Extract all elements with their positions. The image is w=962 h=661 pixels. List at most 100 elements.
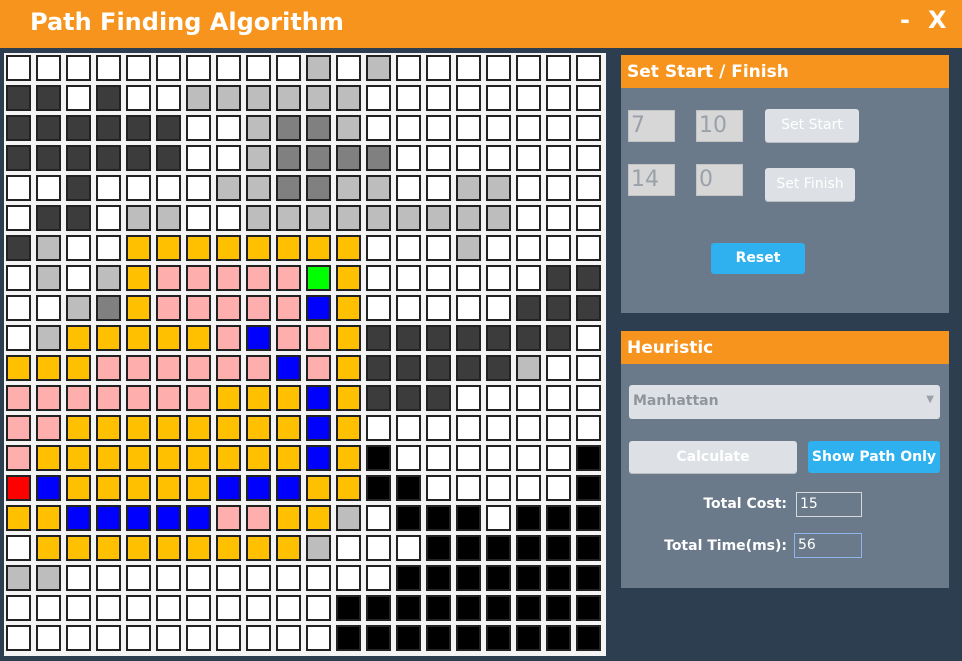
grid-cell[interactable] <box>396 505 421 531</box>
grid-cell[interactable] <box>276 475 301 501</box>
grid-cell[interactable] <box>336 295 361 321</box>
grid-cell[interactable] <box>276 235 301 261</box>
grid-cell[interactable] <box>426 445 451 471</box>
grid-cell[interactable] <box>156 325 181 351</box>
start-row-input[interactable]: 7 <box>628 110 675 142</box>
grid-cell[interactable] <box>246 625 271 651</box>
grid-cell[interactable] <box>486 115 511 141</box>
grid-cell[interactable] <box>396 85 421 111</box>
grid-cell[interactable] <box>336 265 361 291</box>
grid-cell[interactable] <box>456 205 481 231</box>
grid-cell[interactable] <box>216 175 241 201</box>
grid-cell[interactable] <box>426 505 451 531</box>
grid-cell[interactable] <box>426 535 451 561</box>
grid-cell[interactable] <box>456 265 481 291</box>
grid-cell[interactable] <box>186 355 211 381</box>
grid-cell[interactable] <box>576 505 601 531</box>
grid-cell[interactable] <box>486 385 511 411</box>
grid-cell[interactable] <box>276 325 301 351</box>
grid-cell[interactable] <box>426 235 451 261</box>
grid-cell[interactable] <box>486 415 511 441</box>
grid-cell[interactable] <box>366 55 391 81</box>
grid-cell[interactable] <box>246 55 271 81</box>
grid-cell[interactable] <box>276 565 301 591</box>
grid-cell[interactable] <box>36 565 61 591</box>
grid-cell[interactable] <box>546 505 571 531</box>
grid-cell[interactable] <box>6 475 31 501</box>
grid-cell[interactable] <box>216 205 241 231</box>
grid-cell[interactable] <box>516 535 541 561</box>
grid-cell[interactable] <box>546 445 571 471</box>
grid-cell[interactable] <box>276 55 301 81</box>
grid-cell[interactable] <box>456 595 481 621</box>
grid-cell[interactable] <box>156 55 181 81</box>
grid-cell[interactable] <box>156 385 181 411</box>
grid-cell[interactable] <box>426 175 451 201</box>
grid-cell[interactable] <box>546 85 571 111</box>
grid-cell[interactable] <box>156 295 181 321</box>
grid-cell[interactable] <box>546 475 571 501</box>
grid-cell[interactable] <box>126 355 151 381</box>
grid-cell[interactable] <box>546 415 571 441</box>
grid-cell[interactable] <box>126 625 151 651</box>
grid-cell[interactable] <box>576 595 601 621</box>
grid-cell[interactable] <box>216 295 241 321</box>
grid-cell[interactable] <box>306 145 331 171</box>
grid-cell[interactable] <box>186 475 211 501</box>
grid-cell[interactable] <box>156 475 181 501</box>
grid-cell[interactable] <box>36 415 61 441</box>
grid-cell[interactable] <box>396 235 421 261</box>
grid-cell[interactable] <box>126 535 151 561</box>
grid-cell[interactable] <box>66 445 91 471</box>
grid-cell[interactable] <box>366 535 391 561</box>
grid-cell[interactable] <box>306 595 331 621</box>
grid-cell[interactable] <box>186 415 211 441</box>
grid-cell[interactable] <box>366 445 391 471</box>
grid-cell[interactable] <box>366 115 391 141</box>
grid-cell[interactable] <box>6 385 31 411</box>
grid-cell[interactable] <box>6 355 31 381</box>
grid-cell[interactable] <box>516 415 541 441</box>
grid-cell[interactable] <box>6 565 31 591</box>
grid-cell[interactable] <box>306 625 331 651</box>
grid-cell[interactable] <box>486 85 511 111</box>
grid-cell[interactable] <box>156 445 181 471</box>
grid-cell[interactable] <box>216 85 241 111</box>
grid-cell[interactable] <box>546 55 571 81</box>
grid-cell[interactable] <box>126 385 151 411</box>
grid-cell[interactable] <box>396 115 421 141</box>
grid-cell[interactable] <box>186 85 211 111</box>
grid-cell[interactable] <box>396 415 421 441</box>
grid-cell[interactable] <box>456 175 481 201</box>
set-start-button[interactable]: Set Start <box>765 109 859 142</box>
grid-cell[interactable] <box>486 325 511 351</box>
grid-cell[interactable] <box>426 265 451 291</box>
grid-cell[interactable] <box>186 535 211 561</box>
grid-cell[interactable] <box>126 415 151 441</box>
grid-cell[interactable] <box>276 445 301 471</box>
grid-cell[interactable] <box>366 235 391 261</box>
grid-cell[interactable] <box>396 325 421 351</box>
grid-cell[interactable] <box>366 415 391 441</box>
grid-cell[interactable] <box>336 175 361 201</box>
grid-cell[interactable] <box>456 115 481 141</box>
grid-cell[interactable] <box>66 205 91 231</box>
grid-cell[interactable] <box>396 625 421 651</box>
grid-cell[interactable] <box>546 625 571 651</box>
grid-cell[interactable] <box>516 145 541 171</box>
grid-cell[interactable] <box>456 295 481 321</box>
grid-cell[interactable] <box>216 625 241 651</box>
grid-cell[interactable] <box>6 265 31 291</box>
grid-cell[interactable] <box>66 625 91 651</box>
grid-cell[interactable] <box>576 85 601 111</box>
grid-cell[interactable] <box>156 235 181 261</box>
grid-cell[interactable] <box>186 115 211 141</box>
grid-cell[interactable] <box>6 595 31 621</box>
grid-cell[interactable] <box>336 475 361 501</box>
reset-button[interactable]: Reset <box>711 243 805 274</box>
grid-cell[interactable] <box>396 445 421 471</box>
grid-cell[interactable] <box>186 385 211 411</box>
grid-cell[interactable] <box>216 595 241 621</box>
total-time-field[interactable]: 56 <box>794 533 862 558</box>
grid-cell[interactable] <box>6 115 31 141</box>
